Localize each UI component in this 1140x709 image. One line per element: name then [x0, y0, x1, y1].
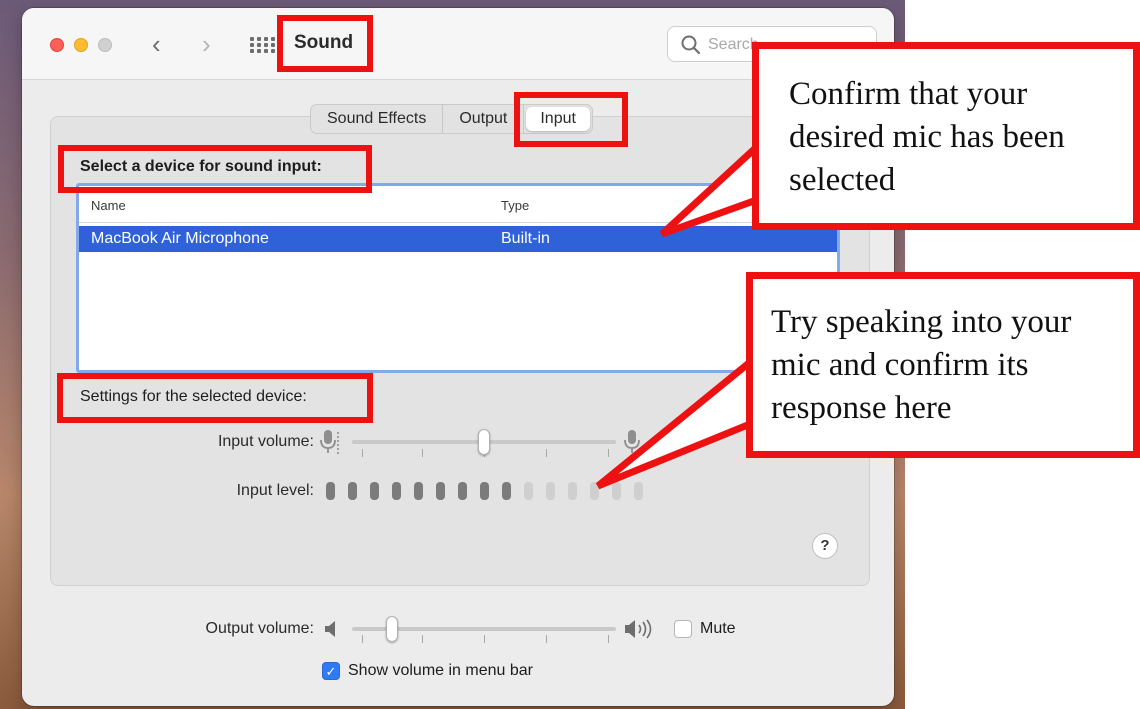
callout-line: Try speaking into your [771, 304, 1072, 340]
callout-line: Confirm that your [789, 76, 1028, 112]
callout-confirm-mic: Confirm that your desired mic has been s… [752, 42, 1140, 230]
callout-speak-test: Try speaking into your mic and confirm i… [746, 272, 1140, 458]
callout-line: response here [771, 390, 952, 426]
callout-line: selected [789, 162, 896, 198]
callout-line: mic and confirm its [771, 347, 1029, 383]
callout-line: desired mic has been [789, 119, 1065, 155]
